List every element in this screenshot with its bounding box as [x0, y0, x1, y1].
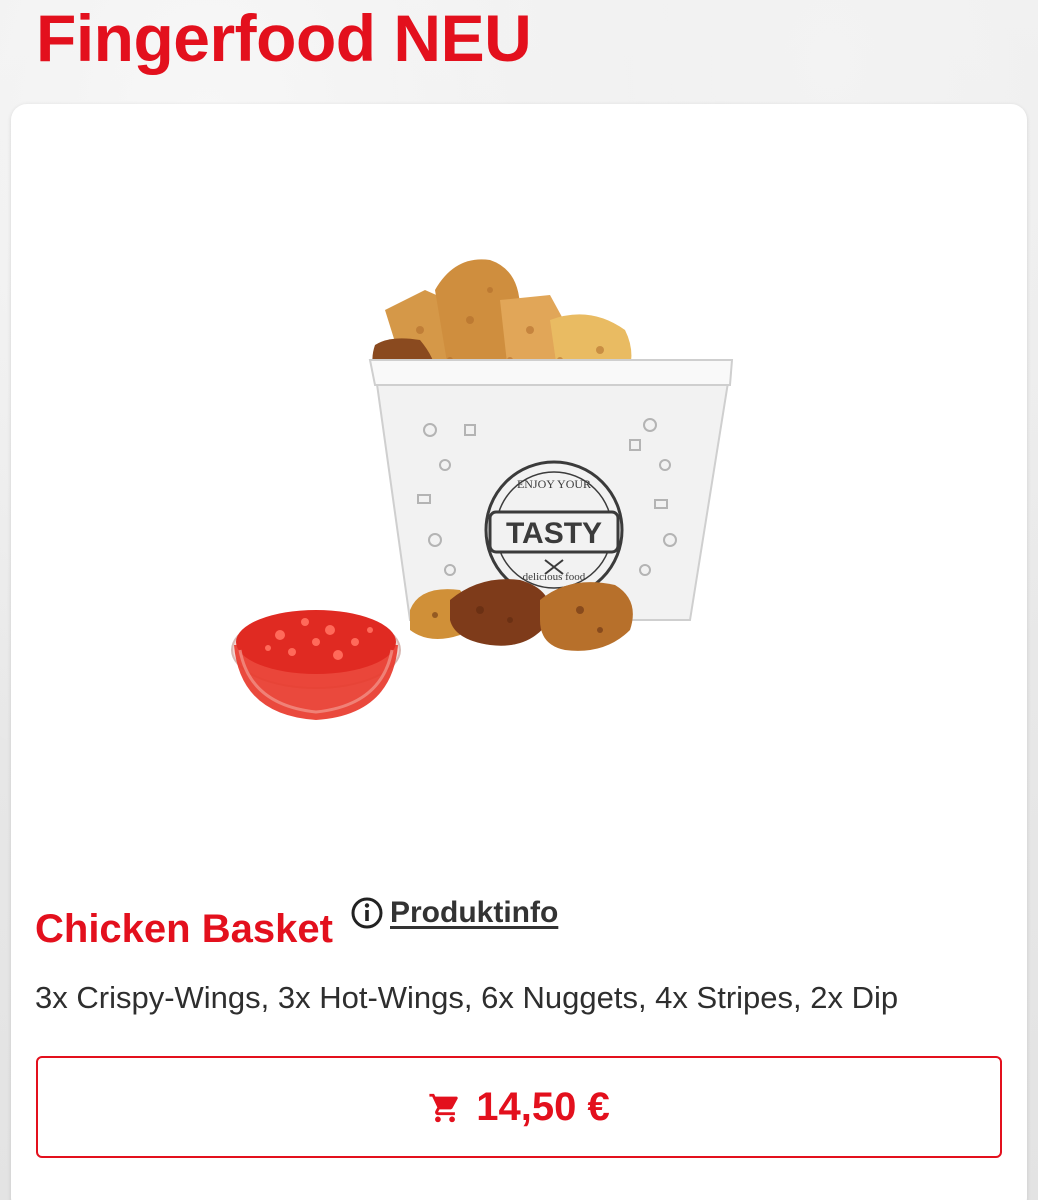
produktinfo-label: Produktinfo [390, 896, 559, 929]
shopping-cart-icon [429, 1093, 459, 1123]
svg-text:delicious food: delicious food [523, 571, 586, 583]
chicken-pieces-front [410, 579, 633, 651]
info-circle-icon [351, 897, 383, 929]
bucket-illustration: TASTY ENJOY YOUR delicious food [368, 359, 734, 621]
svg-text:TASTY: TASTY [506, 517, 602, 550]
add-to-cart-price-button[interactable]: 14,50 € [36, 1056, 1002, 1158]
product-image[interactable]: TASTY ENJOY YOUR delicious food [220, 250, 740, 730]
price-label: 14,50 € [476, 1084, 610, 1129]
product-description: 3x Crispy-Wings, 3x Hot-Wings, 6x Nugget… [35, 980, 899, 1015]
produktinfo-link[interactable]: Produktinfo [350, 896, 558, 930]
category-title: Fingerfood NEU [36, 1, 532, 75]
svg-text:ENJOY YOUR: ENJOY YOUR [517, 477, 591, 491]
product-name: Chicken Basket [35, 907, 333, 951]
dip-bowl-illustration [231, 610, 401, 720]
